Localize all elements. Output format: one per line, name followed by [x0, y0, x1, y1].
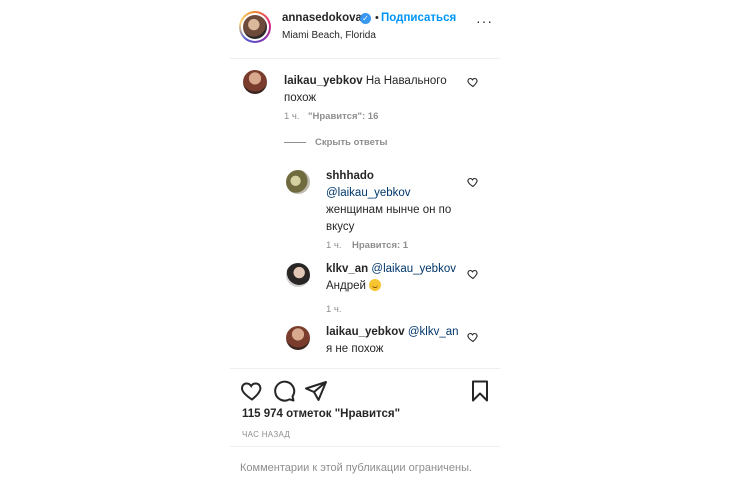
comments-footer: Комментарии к этой публикации ограничены…	[230, 446, 500, 488]
post-location[interactable]: Miami Beach, Florida	[282, 30, 376, 41]
reply-text: я не похож	[326, 343, 384, 355]
reply-username[interactable]: shhhado	[326, 170, 374, 182]
reply-mention[interactable]: @klkv_an	[408, 326, 459, 338]
comment-icon[interactable]	[272, 379, 296, 403]
reply-mention[interactable]: @laikau_yebkov	[371, 263, 456, 275]
reply-username[interactable]: klkv_an	[326, 263, 368, 275]
reply-time: 1 ч.	[326, 240, 342, 251]
reply-text: Андрей	[326, 280, 366, 292]
heart-icon[interactable]	[467, 76, 479, 88]
reply-avatar[interactable]	[286, 326, 310, 350]
hide-replies-line	[284, 142, 306, 143]
reply-avatar[interactable]	[286, 263, 310, 287]
hide-replies-button[interactable]: Скрыть ответы	[315, 137, 388, 148]
post-header: annasedokova ✓ • Подписаться Miami Beach…	[230, 0, 500, 59]
reply-username[interactable]: laikau_yebkov	[326, 326, 405, 338]
bookmark-icon[interactable]	[468, 379, 492, 403]
reply-avatar[interactable]	[286, 170, 310, 194]
reply-mention[interactable]: @laikau_yebkov	[326, 187, 411, 199]
reply-text-line1: женщинам нынче он по	[326, 204, 452, 216]
laughing-emoji-icon	[369, 279, 382, 291]
reply-likes[interactable]: Нравится: 1	[352, 240, 408, 251]
heart-icon[interactable]	[467, 268, 479, 280]
reply-time: 1 ч.	[326, 304, 342, 315]
reply-text-line2: вкусу	[326, 221, 355, 233]
author-username[interactable]: annasedokova	[282, 12, 362, 24]
post-time[interactable]: ЧАС НАЗАД	[242, 430, 290, 439]
comments-restricted-notice: Комментарии к этой публикации ограничены…	[240, 462, 473, 474]
verified-badge-icon: ✓	[360, 13, 371, 24]
heart-icon[interactable]	[240, 379, 264, 403]
comment-likes[interactable]: "Нравится": 16	[308, 111, 378, 122]
reply-body: laikau_yebkov @klkv_an я не похож	[326, 324, 466, 358]
more-options-icon[interactable]: ···	[476, 13, 493, 29]
comment-avatar[interactable]	[243, 70, 267, 94]
reply-body: shhhado @laikau_yebkov женщинам нынче он…	[326, 168, 466, 236]
heart-icon[interactable]	[467, 176, 479, 188]
post-actions-bar	[230, 368, 500, 405]
follow-button[interactable]: Подписаться	[381, 12, 456, 24]
likes-count[interactable]: 115 974 отметок "Нравится"	[242, 408, 400, 420]
heart-icon[interactable]	[467, 331, 479, 343]
comment-username[interactable]: laikau_yebkov	[284, 75, 363, 87]
instagram-post-panel: annasedokova ✓ • Подписаться Miami Beach…	[230, 0, 500, 487]
separator-dot: •	[375, 12, 379, 24]
comment-body: laikau_yebkov На Навального похож	[284, 73, 464, 107]
reply-body: klkv_an @laikau_yebkov Андрей	[326, 261, 466, 295]
comment-time: 1 ч.	[284, 111, 300, 122]
author-avatar[interactable]	[239, 11, 271, 43]
share-icon[interactable]	[304, 379, 328, 403]
